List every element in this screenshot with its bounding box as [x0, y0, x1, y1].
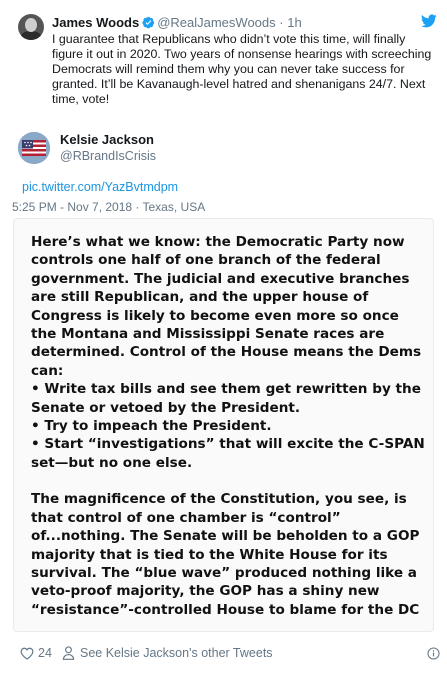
- image-paragraph-2: The magnificence of the Constitution, yo…: [31, 491, 420, 618]
- quoted-tweet-time[interactable]: 1h: [287, 15, 301, 30]
- header-separator: ·: [279, 15, 284, 30]
- info-icon[interactable]: [427, 647, 440, 660]
- heart-icon[interactable]: [20, 647, 34, 660]
- quoted-author-name[interactable]: James Woods: [52, 15, 139, 30]
- image-bullet-2: • Try to impeach the President.: [31, 418, 272, 435]
- quoted-tweet[interactable]: James Woods @RealJamesWoods · 1h I guaran…: [8, 8, 439, 120]
- flag-avatar-icon: [18, 132, 50, 164]
- quoted-tweet-text: I guarantee that Republicans who didn’t …: [52, 32, 432, 106]
- author-handle[interactable]: @RBrandIsCrisis: [60, 149, 156, 163]
- image-text-content: Here’s what we know: the Democratic Part…: [31, 233, 427, 619]
- image-bullet-1: • Write tax bills and see them get rewri…: [31, 381, 421, 416]
- other-tweets-link[interactable]: See Kelsie Jackson's other Tweets: [80, 646, 273, 660]
- author-name[interactable]: Kelsie Jackson: [60, 132, 154, 147]
- verified-badge-icon: [142, 16, 155, 29]
- like-count[interactable]: 24: [38, 646, 52, 660]
- tweet-timestamp-location[interactable]: 5:25 PM - Nov 7, 2018 · Texas, USA: [12, 200, 205, 214]
- twitter-bird-icon[interactable]: [421, 14, 437, 28]
- quoted-tweet-header: James Woods @RealJamesWoods · 1h: [52, 15, 302, 30]
- tweet-image[interactable]: Here’s what we know: the Democratic Part…: [13, 218, 434, 632]
- person-icon: [62, 646, 75, 660]
- quoted-author-avatar[interactable]: [18, 14, 44, 40]
- image-paragraph-1: Here’s what we know: the Democratic Part…: [31, 234, 422, 379]
- author-avatar[interactable]: [18, 132, 50, 164]
- quoted-author-handle[interactable]: @RealJamesWoods: [157, 15, 275, 30]
- tweet-author[interactable]: Kelsie Jackson @RBrandIsCrisis: [18, 130, 438, 170]
- tweet-footer: 24 See Kelsie Jackson's other Tweets: [20, 645, 440, 663]
- image-bullet-3: • Start “investigations” that will excit…: [31, 436, 425, 471]
- pic-link[interactable]: pic.twitter.com/YazBvtmdpm: [22, 180, 178, 194]
